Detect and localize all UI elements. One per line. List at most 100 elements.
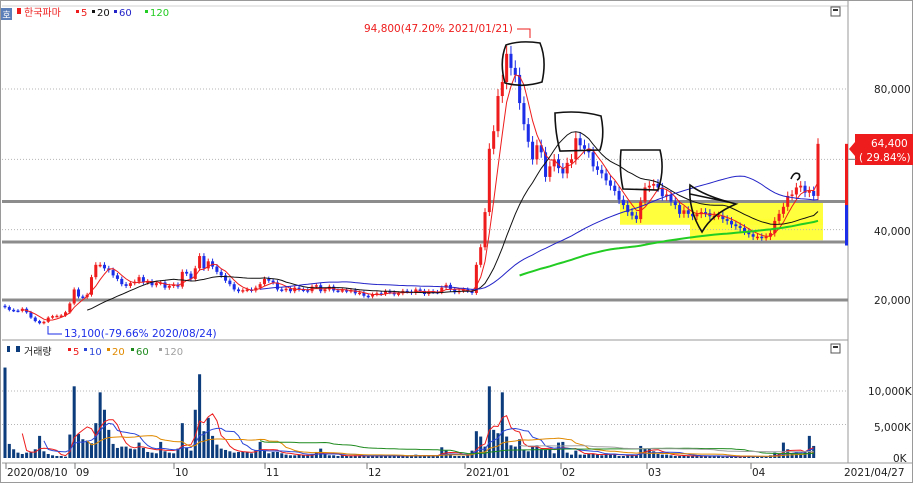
- ma20-swatch: [92, 10, 95, 13]
- volume-bar: [59, 455, 63, 458]
- volume-bar: [686, 455, 690, 458]
- candle-body: [777, 213, 781, 221]
- candle-body: [652, 183, 656, 186]
- last-price-tag: 64,400 ( 29.84%): [849, 134, 913, 165]
- candle-body: [582, 145, 586, 149]
- candle-body: [280, 289, 284, 291]
- candle-body: [94, 264, 98, 278]
- volume-bar: [349, 455, 353, 458]
- candle-body: [258, 284, 262, 288]
- volume-bar: [807, 435, 811, 458]
- volume-panel-maximize-button[interactable]: [830, 343, 841, 354]
- candle-body: [397, 293, 401, 295]
- volume-bar: [518, 439, 522, 458]
- volume-tick-label: 10,000K: [868, 386, 913, 398]
- candle-body: [608, 180, 612, 186]
- candle-body: [738, 226, 742, 228]
- volume-bar: [189, 450, 193, 458]
- candle-body: [29, 312, 33, 318]
- candle-body: [219, 271, 223, 276]
- ma120-label: 120: [150, 8, 169, 19]
- volume-bar: [154, 453, 158, 458]
- volume-bar: [336, 455, 340, 458]
- candle-body: [509, 53, 513, 68]
- x-axis-label: 03: [648, 467, 661, 479]
- candle-body: [102, 264, 106, 269]
- candle-body: [81, 296, 85, 298]
- volume-bar: [509, 445, 513, 458]
- volume-bar: [163, 451, 167, 458]
- chart-type-button[interactable]: 호: [1, 8, 12, 21]
- candle-body: [678, 205, 682, 214]
- ma20-label: 20: [97, 8, 110, 19]
- volume-bar: [64, 456, 68, 458]
- volume-bar: [202, 431, 206, 458]
- vol-ma60-swatch: [131, 348, 134, 351]
- volume-bar: [68, 434, 72, 458]
- volume-bar: [137, 442, 141, 458]
- x-axis-label: 2021/01: [466, 467, 510, 479]
- volume-bar: [46, 453, 50, 458]
- candle-body: [595, 166, 599, 170]
- candle-body: [799, 185, 803, 188]
- candle-body: [574, 138, 578, 160]
- price-panel-maximize-button[interactable]: [830, 6, 841, 17]
- volume-bar: [440, 447, 444, 458]
- volume-bar: [102, 409, 106, 458]
- candle-body: [323, 289, 327, 292]
- candle-body: [479, 247, 483, 265]
- volume-bar: [621, 455, 625, 458]
- ma120-swatch: [145, 10, 148, 13]
- candle-body: [500, 81, 504, 97]
- candle-body: [366, 295, 370, 298]
- candle-body: [569, 159, 574, 163]
- volume-bar: [422, 455, 426, 458]
- volume-bar: [522, 449, 526, 458]
- volume-bar: [595, 454, 599, 458]
- volume-bar: [146, 451, 150, 458]
- volume-bar: [673, 455, 677, 458]
- volume-bar: [133, 449, 137, 458]
- candle-body: [483, 212, 487, 248]
- candle-body: [751, 234, 755, 237]
- volume-bar: [237, 451, 241, 458]
- volume-bar: [55, 455, 59, 458]
- candle-body: [185, 271, 189, 274]
- volume-bar: [38, 435, 42, 458]
- candle-body: [163, 282, 167, 288]
- volume-bar: [241, 451, 245, 458]
- candle-body: [781, 206, 785, 214]
- volume-bar: [725, 456, 729, 458]
- volume-bar: [16, 452, 20, 458]
- candle-body: [358, 292, 362, 295]
- candle-body: [198, 256, 202, 269]
- price-legend-name: 한국파마: [24, 7, 61, 19]
- candle-body: [237, 289, 241, 292]
- volume-bar: [288, 455, 292, 458]
- candle-body: [284, 288, 288, 291]
- volume-bar: [232, 452, 236, 458]
- volume-bar: [392, 455, 396, 458]
- vol-ma10-swatch: [84, 348, 87, 351]
- vol-ma120-label: 120: [164, 347, 183, 358]
- candle-body: [51, 316, 55, 318]
- x-axis-label: 2020/08/10: [7, 467, 68, 479]
- volume-legend-swatch-2: [16, 346, 20, 352]
- candle-body: [647, 185, 651, 188]
- candle-body: [115, 275, 119, 279]
- price-panel-maximize-glyph: [833, 9, 838, 11]
- volume-bar: [569, 454, 574, 458]
- candle-body: [755, 236, 759, 239]
- price-panel-maximize-box: [830, 6, 841, 17]
- volume-bar: [7, 443, 11, 458]
- candle-body: [98, 264, 102, 267]
- volume-bar: [271, 451, 275, 458]
- candle-body: [617, 190, 621, 200]
- volume-panel-maximize-glyph: [833, 346, 838, 348]
- candle-body: [3, 305, 7, 308]
- volume-bar: [172, 453, 176, 458]
- volume-bar: [262, 450, 266, 458]
- chart-type-button-label: 호: [2, 10, 10, 21]
- volume-tick-label: 0K: [893, 453, 908, 465]
- volume-bar: [12, 449, 16, 458]
